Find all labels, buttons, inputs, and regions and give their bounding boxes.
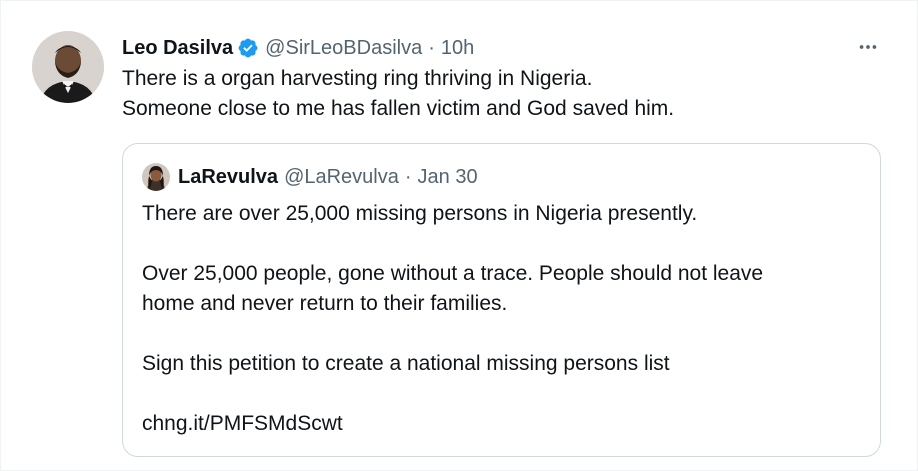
quoted-tweet[interactable]: LaRevulva @LaRevulva · Jan 30 There are …	[122, 143, 881, 457]
tweet-card[interactable]: Leo Dasilva @SirLeoBDasilva · 10h There …	[0, 0, 918, 471]
tweet-text: There is a organ harvesting ring thrivin…	[122, 64, 862, 124]
quoted-author-name: LaRevulva	[178, 165, 279, 188]
author-handle[interactable]: @SirLeoBDasilva	[265, 37, 422, 60]
quoted-paragraph-line: Over 25,000 people, gone without a trace…	[142, 262, 764, 285]
quoted-author-avatar	[142, 163, 170, 191]
avatar-photo-icon	[32, 31, 104, 103]
quoted-paragraph: There are over 25,000 missing persons in…	[142, 202, 698, 225]
quoted-paragraph: Sign this petition to create a national …	[142, 352, 670, 375]
separator-dot: ·	[404, 165, 412, 188]
tweet-timestamp[interactable]: 10h	[441, 37, 474, 60]
tweet-text-line: There is a organ harvesting ring thrivin…	[122, 67, 593, 90]
more-options-button[interactable]	[851, 34, 885, 60]
more-horizontal-icon	[859, 45, 877, 49]
avatar-photo-icon	[142, 163, 170, 191]
verified-badge-icon[interactable]	[237, 37, 259, 59]
quoted-paragraph-line: home and never return to their families.	[142, 292, 508, 315]
author-name[interactable]: Leo Dasilva	[122, 37, 233, 60]
separator-dot: ·	[428, 36, 435, 59]
tweet-text-line: Someone close to me has fallen victim an…	[122, 97, 675, 120]
author-avatar[interactable]	[32, 31, 104, 103]
quoted-tweet-text: There are over 25,000 missing persons in…	[142, 199, 862, 439]
quoted-link: chng.it/PMFSMdScwt	[142, 412, 343, 435]
tweet-header: Leo Dasilva @SirLeoBDasilva · 10h	[122, 33, 474, 63]
quoted-tweet-header: LaRevulva @LaRevulva · Jan 30	[142, 162, 478, 192]
quoted-tweet-timestamp: Jan 30	[417, 165, 478, 188]
quoted-author-handle: @LaRevulva	[284, 165, 399, 188]
